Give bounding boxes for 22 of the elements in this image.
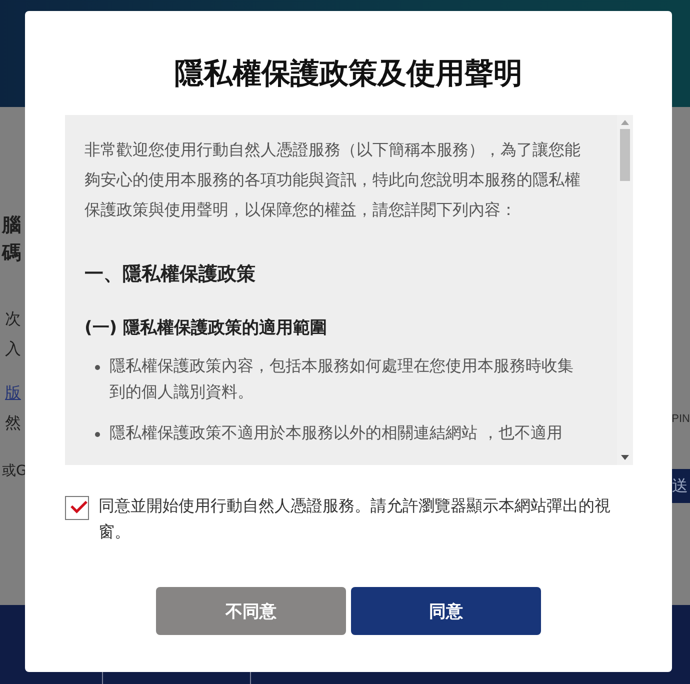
- bullet-text: 隱私權保護政策內容，包括本服務如何處理在您使用本服務時收集到的個人識別資料。: [110, 355, 574, 403]
- scroll-down-icon[interactable]: [620, 455, 628, 460]
- bullet-icon: [94, 432, 100, 437]
- consent-label: 同意並開始使用行動自然人憑證服務。請允許瀏覽器顯示本網站彈出的視窗。: [98, 495, 612, 543]
- text-fragment: 入: [4, 339, 22, 359]
- intro-paragraph: 非常歡迎您使用行動自然人憑證服務（以下簡稱本服務），為了讓您能夠安心的使用本服務的各項功能與資訊，特此向您說明本服務的隱私權保護政策與使用聲明，以保障您的權益，請您詳閱下列內容：: [84, 139, 582, 221]
- agree-button[interactable]: 同意: [351, 587, 541, 635]
- scroll-up-icon[interactable]: [620, 120, 628, 125]
- text-fragment: 碼: [0, 241, 22, 266]
- bullet-icon: [94, 365, 100, 370]
- pin-label: PIN: [672, 413, 690, 425]
- text-fragment: 腦: [0, 213, 22, 238]
- text-fragment: 然: [4, 413, 22, 433]
- submit-button[interactable]: 送: [672, 469, 690, 503]
- consent-checkbox[interactable]: [64, 496, 88, 520]
- dialog-title: 隱私權保護政策及使用聲明: [174, 55, 522, 92]
- subsection-heading: (一) 隱私權保護政策的適用範圍: [84, 317, 328, 340]
- section-heading: 一、隱私權保護政策: [84, 262, 256, 287]
- scrollbar-thumb[interactable]: [620, 129, 630, 181]
- bullet-text: 隱私權保護政策不適用於本服務以外的相關連結網站 ，也不適用: [110, 422, 564, 444]
- disagree-button[interactable]: 不同意: [156, 587, 346, 635]
- text-fragment: 次: [4, 309, 22, 329]
